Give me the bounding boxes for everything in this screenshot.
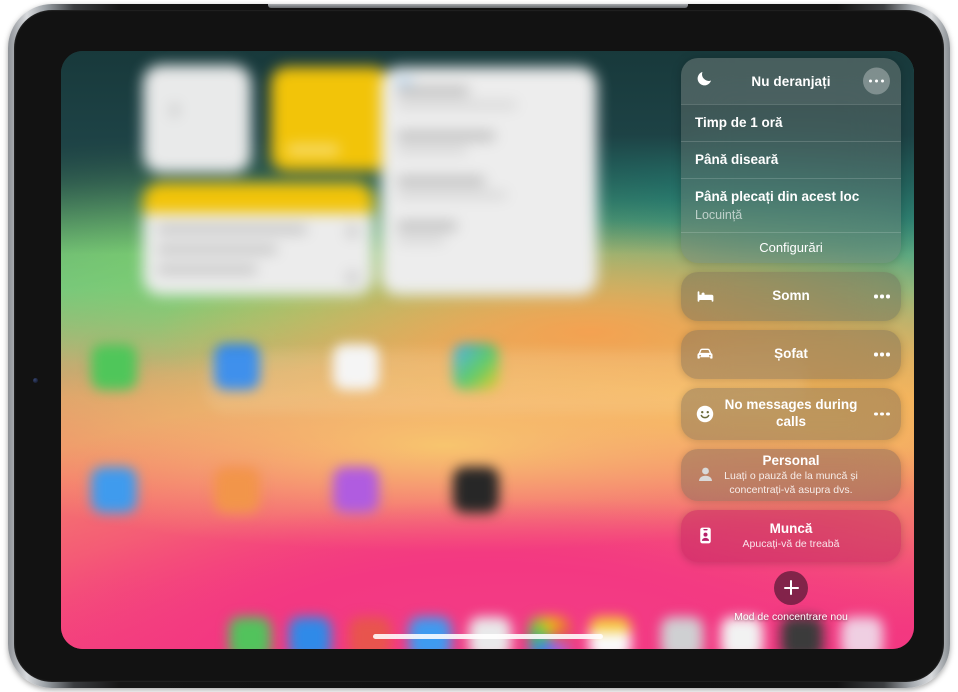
focus-mode-title: Personal xyxy=(762,453,820,469)
reminders-widget[interactable] xyxy=(143,183,373,295)
ellipsis-icon[interactable] xyxy=(863,67,890,95)
dnd-option-label: Până plecați din acest loc xyxy=(695,188,860,204)
ambient-sensor-dot xyxy=(33,378,38,383)
dnd-option-1[interactable]: Timp de 1 oră xyxy=(681,104,901,141)
app-icon-orange[interactable] xyxy=(214,467,260,513)
moon-icon xyxy=(695,69,714,93)
focus-mode-driving[interactable]: Șofat xyxy=(681,329,901,379)
app-icon-white[interactable] xyxy=(333,344,379,390)
ipad-screen[interactable]: Nu deranjați Timp de 1 oră Până diseară … xyxy=(61,51,914,649)
widget-area xyxy=(61,51,621,311)
ellipsis-icon[interactable] xyxy=(871,400,893,427)
app-icon-lightblue[interactable] xyxy=(91,467,137,513)
plus-icon xyxy=(783,580,799,596)
badge-icon xyxy=(694,525,716,547)
new-focus-mode-label: Mod de concentrare nou xyxy=(734,610,848,623)
focus-mode-label: Șofat xyxy=(774,346,808,362)
reminders-line xyxy=(157,266,257,273)
smiley-icon xyxy=(694,403,716,425)
dnd-title: Nu deranjați xyxy=(751,73,831,89)
do-not-disturb-card[interactable]: Nu deranjați Timp de 1 oră Până diseară … xyxy=(681,58,901,263)
notes-widget[interactable] xyxy=(271,67,389,171)
mail-line xyxy=(397,177,485,185)
reminders-header xyxy=(143,183,373,213)
add-focus-mode-button[interactable] xyxy=(774,570,808,605)
ipad-device: Nu deranjați Timp de 1 oră Până diseară … xyxy=(8,4,950,688)
focus-mode-no-messages[interactable]: No messages during calls xyxy=(681,387,901,440)
reminders-dot xyxy=(346,225,359,238)
car-icon xyxy=(694,343,716,365)
dnd-option-2[interactable]: Până diseară xyxy=(681,140,901,178)
mail-line xyxy=(397,102,517,108)
dnd-option-label: Timp de 1 oră xyxy=(695,115,783,130)
dnd-settings-button[interactable]: Configurări xyxy=(681,231,901,263)
reminders-line xyxy=(157,246,277,253)
mail-line xyxy=(397,132,495,140)
mail-line xyxy=(397,147,467,153)
mail-line xyxy=(397,192,507,198)
focus-mode-personal[interactable]: Personal Luați o pauză de la muncă și co… xyxy=(681,448,901,501)
reminders-line xyxy=(157,226,307,233)
home-indicator[interactable] xyxy=(372,634,603,639)
notes-widget-line xyxy=(287,145,339,155)
reminders-dot xyxy=(346,271,359,284)
focus-mode-sleep[interactable]: Somn xyxy=(681,271,901,321)
mail-widget-badge xyxy=(395,77,413,85)
focus-mode-label: Somn xyxy=(772,288,810,304)
clock-widget[interactable] xyxy=(143,65,251,173)
focus-mode-subtitle: Apucați-vă de treabă xyxy=(742,538,840,551)
dnd-option-sublabel: Locuință xyxy=(695,207,743,222)
focus-mode-subtitle: Luați o pauză de la muncă și concentrați… xyxy=(724,470,858,496)
focus-mode-title: Muncă xyxy=(769,520,813,536)
app-icon-grid xyxy=(61,309,621,569)
dnd-header[interactable]: Nu deranjați xyxy=(681,58,901,104)
person-icon xyxy=(694,464,716,486)
focus-mode-label: Muncă Apucați-vă de treabă xyxy=(709,521,874,552)
app-icon-dark[interactable] xyxy=(453,467,499,513)
ellipsis-icon[interactable] xyxy=(871,341,893,368)
mail-line xyxy=(397,237,445,243)
dnd-option-3[interactable]: Până plecați din acest loc Locuință xyxy=(681,177,901,232)
mail-line xyxy=(397,87,469,95)
ellipsis-icon[interactable] xyxy=(871,283,893,310)
new-focus-mode-group: Mod de concentrare nou xyxy=(681,570,901,623)
dnd-option-label: Până diseară xyxy=(695,151,779,167)
app-icon-green[interactable] xyxy=(91,344,137,390)
app-icon-purple[interactable] xyxy=(333,467,379,513)
app-icon-multicolor[interactable] xyxy=(453,344,499,390)
focus-mode-work[interactable]: Muncă Apucați-vă de treabă xyxy=(681,509,901,562)
app-icon-blue[interactable] xyxy=(214,344,260,390)
clock-hands xyxy=(173,99,219,139)
antenna-band xyxy=(268,4,688,8)
mail-line xyxy=(397,222,457,230)
mail-widget[interactable] xyxy=(381,67,597,295)
focus-control-panel: Nu deranjați Timp de 1 oră Până diseară … xyxy=(681,58,901,623)
bed-icon xyxy=(694,285,716,307)
